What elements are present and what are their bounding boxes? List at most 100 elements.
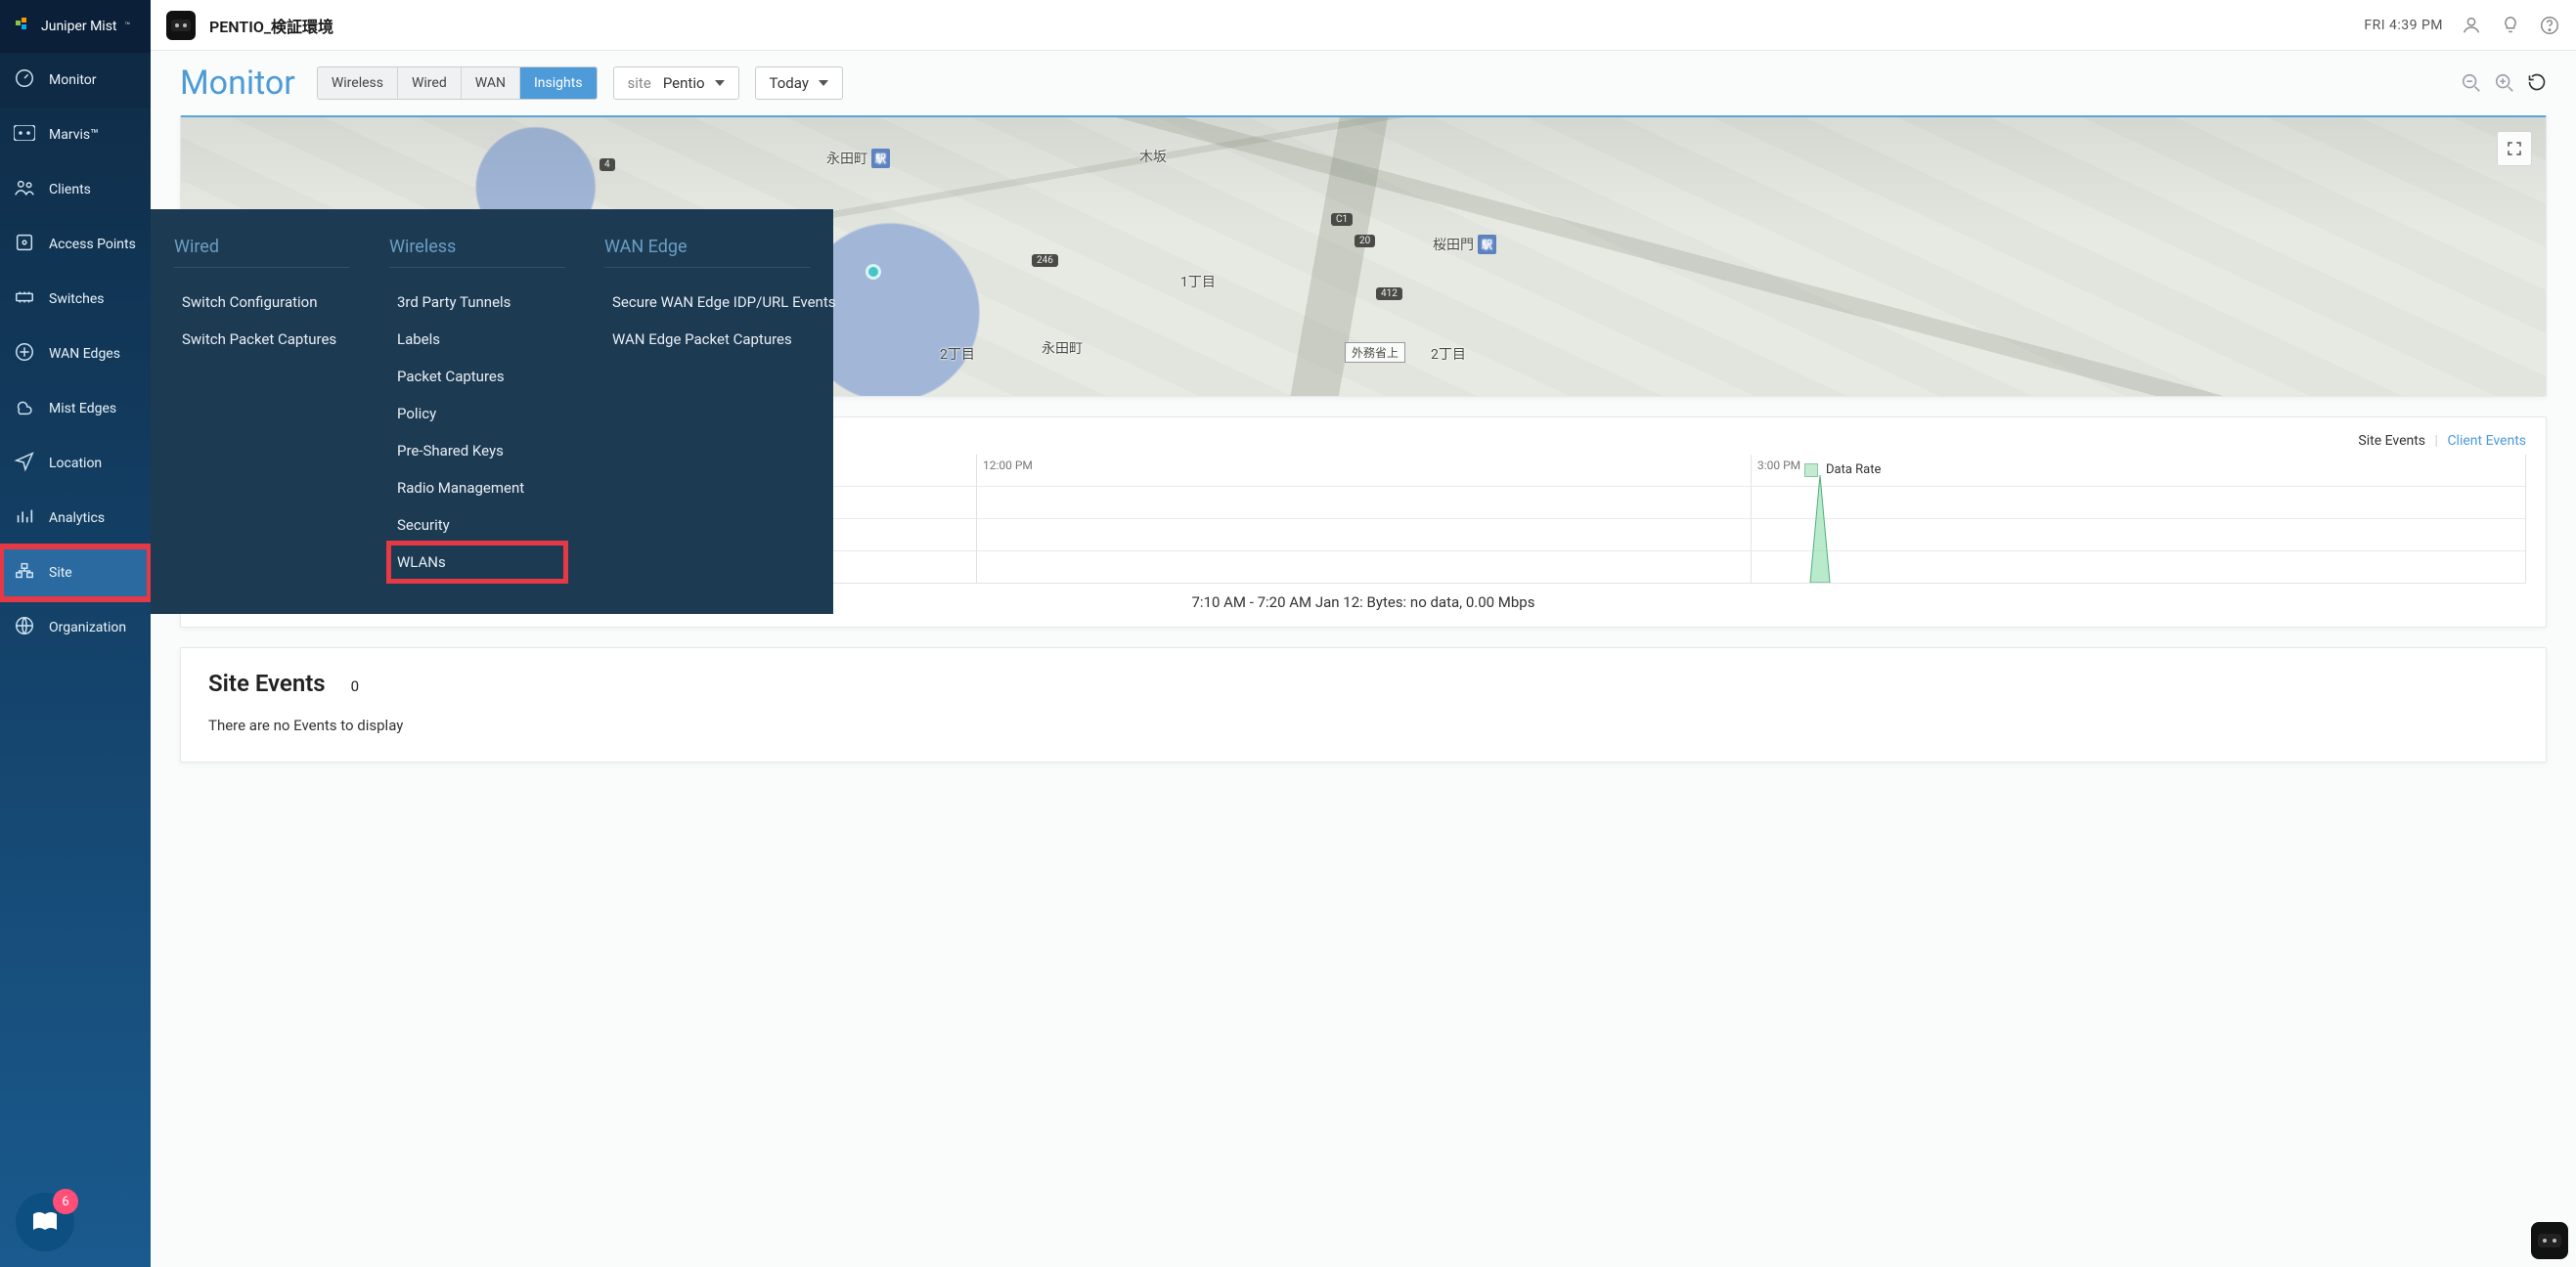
flyout-item-policy[interactable]: Policy [389,395,565,432]
marvis-chat-launcher[interactable] [2531,1222,2568,1259]
map-label: 桜田門駅 [1433,235,1474,254]
sidebar-item-wan[interactable]: WAN Edges [0,327,151,381]
road-shield: 246 [1032,254,1058,267]
tab-wan[interactable]: WAN [462,67,520,99]
events-count: 0 [351,677,359,695]
ap-icon [14,232,35,257]
map-label: 木坂 [1139,147,1167,166]
date-selector[interactable]: Today [755,66,843,100]
brand-text: Juniper Mist [41,19,117,34]
switches-icon [14,286,35,312]
flyout-item-pre-shared-keys[interactable]: Pre-Shared Keys [389,432,565,469]
sidebar-item-analytics[interactable]: Analytics [0,491,151,546]
station-badge: 駅 [1478,235,1496,254]
time-tick: 12:00 PM [983,459,1033,472]
flyout-item-radio-management[interactable]: Radio Management [389,469,565,506]
data-spike [1791,465,1849,583]
map-label: 外務省上 [1345,342,1405,363]
flyout-item-secure-wan-edge-idp-url-events[interactable]: Secure WAN Edge IDP/URL Events [604,284,810,321]
sidebar-item-site[interactable]: Site [0,546,151,600]
site-events-link[interactable]: Site Events [2358,433,2425,449]
map-pin[interactable] [866,264,881,280]
map-label: 2丁目 [940,344,975,364]
station-badge: 駅 [871,149,890,168]
caret-down-icon [715,80,725,86]
page-title: Monitor [180,64,295,103]
sidebar-item-label: Clients [49,182,91,197]
sidebar-item-label: Monitor [49,72,97,88]
chart-legend: Data Rate [1804,462,1881,477]
user-icon[interactable] [2461,15,2482,36]
clock: FRI 4:39 PM [2364,18,2443,33]
flyout-item-wan-edge-packet-captures[interactable]: WAN Edge Packet Captures [604,321,810,358]
zoom-out-icon[interactable] [2461,72,2482,94]
road-shield: C1 [1331,213,1353,226]
sidebar-item-monitor[interactable]: Monitor [0,53,151,108]
date-selector-value: Today [770,74,809,92]
tab-insights[interactable]: Insights [520,67,597,99]
caret-down-icon [819,80,828,86]
main: PENTIO_検証環境 FRI 4:39 PM Monitor Wireless… [151,0,2576,1267]
clients-icon [14,177,35,202]
legend-swatch [1804,463,1818,477]
flyout-heading: WAN Edge [604,237,810,268]
legend-label: Data Rate [1826,462,1881,477]
org-icon [14,615,35,640]
sidebar-item-label: Analytics [49,510,105,526]
flyout-item-labels[interactable]: Labels [389,321,565,358]
lightbulb-icon[interactable] [2500,15,2521,36]
marvis-icon [14,125,35,145]
site-flyout: WiredSwitch ConfigurationSwitch Packet C… [151,209,833,614]
tab-group: WirelessWiredWANInsights [317,66,598,100]
docs-count: 6 [53,1189,78,1214]
sidebar: Juniper Mist ™ MonitorMarvis™ClientsAcce… [0,0,151,1267]
fullscreen-icon [2506,140,2523,157]
sidebar-item-label: Organization [49,620,126,635]
help-icon[interactable] [2539,15,2560,36]
road-shield: 4 [600,158,615,171]
sidebar-item-ap[interactable]: Access Points [0,217,151,272]
sidebar-item-label: Site [49,565,72,581]
mist-icon [14,396,35,421]
page-header: Monitor WirelessWiredWANInsights site Pe… [151,51,2576,115]
tab-wireless[interactable]: Wireless [318,67,398,99]
sidebar-item-marvis[interactable]: Marvis™ [0,108,151,162]
flyout-column-wan-edge: WAN Edge Secure WAN Edge IDP/URL EventsWA… [604,237,810,581]
brand-logo-icon [14,17,33,36]
docs-badge[interactable]: 6 [16,1193,74,1251]
sidebar-item-clients[interactable]: Clients [0,162,151,217]
client-events-link[interactable]: Client Events [2447,433,2526,449]
sidebar-item-switches[interactable]: Switches [0,272,151,327]
site-selector[interactable]: site Pentio [613,66,739,100]
tab-wired[interactable]: Wired [398,67,462,99]
site-icon [14,560,35,586]
site-selector-label: site [628,74,651,92]
page-tools [2461,72,2547,94]
sidebar-item-mist[interactable]: Mist Edges [0,381,151,436]
events-card: Site Events 0 There are no Events to dis… [180,647,2547,763]
flyout-column-wireless: Wireless 3rd Party TunnelsLabelsPacket Ca… [389,237,565,581]
sidebar-item-label: WAN Edges [49,346,120,362]
flyout-item-wlans[interactable]: WLANs [389,544,565,581]
road-shield: 20 [1355,235,1375,247]
sidebar-item-location[interactable]: Location [0,436,151,491]
flyout-item-3rd-party-tunnels[interactable]: 3rd Party Tunnels [389,284,565,321]
flyout-item-switch-packet-captures[interactable]: Switch Packet Captures [174,321,350,358]
zoom-in-icon[interactable] [2494,72,2515,94]
sidebar-item-label: Switches [49,291,105,307]
monitor-icon [14,67,35,93]
env-icon [166,11,196,40]
location-icon [14,451,35,476]
map-label: 永田町駅 [826,149,867,168]
sidebar-item-org[interactable]: Organization [0,600,151,655]
flyout-heading: Wireless [389,237,565,268]
sidebar-item-label: Marvis™ [49,127,99,143]
flyout-item-switch-configuration[interactable]: Switch Configuration [174,284,350,321]
map-label: 永田町 [1042,338,1083,358]
refresh-icon[interactable] [2527,72,2547,94]
flyout-item-security[interactable]: Security [389,506,565,544]
topbar: PENTIO_検証環境 FRI 4:39 PM [151,0,2576,51]
flyout-item-packet-captures[interactable]: Packet Captures [389,358,565,395]
fullscreen-button[interactable] [2497,131,2532,166]
analytics-icon [14,505,35,531]
